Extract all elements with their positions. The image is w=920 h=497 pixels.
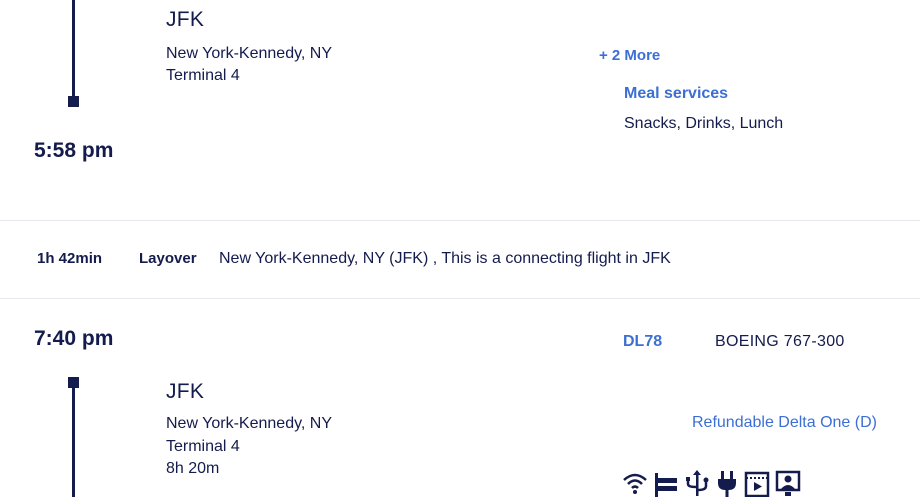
aircraft-type: BOEING 767-300 — [715, 333, 845, 350]
fare-class-link[interactable]: Refundable Delta One (D) — [692, 414, 877, 432]
meal-services-label: Meal services — [624, 85, 729, 102]
usb-power-icon — [686, 470, 709, 496]
wifi-icon — [623, 473, 647, 494]
flight-number-link[interactable]: DL78 — [623, 333, 662, 351]
flat-bed-seat-icon — [655, 473, 677, 497]
timeline-line-top — [72, 0, 75, 97]
timeline-arrival-marker — [68, 96, 79, 107]
departure-terminal: Terminal 4 — [166, 438, 240, 455]
layover-label: Layover — [139, 250, 197, 267]
timeline-line-bottom — [72, 387, 75, 497]
layover-description: New York-Kennedy, NY (JFK) , This is a c… — [219, 250, 671, 267]
amenities-icons — [622, 470, 801, 497]
meal-services-value: Snacks, Drinks, Lunch — [624, 115, 784, 132]
arrival-time: 5:58 pm — [34, 139, 114, 162]
entertainment-screen-icon — [744, 471, 770, 497]
divider-top — [0, 220, 920, 221]
layover-duration: 1h 42min — [37, 250, 103, 267]
personal-video-icon — [775, 470, 801, 496]
departure-airport-code: JFK — [166, 380, 205, 403]
flight-itinerary-details: JFK New York-Kennedy, NY Terminal 4 5:58… — [0, 0, 920, 497]
power-outlet-icon — [718, 471, 736, 497]
arrival-airport-city: New York-Kennedy, NY — [166, 45, 333, 62]
arrival-airport-code: JFK — [166, 8, 205, 31]
departure-time: 7:40 pm — [34, 327, 114, 350]
more-services-link[interactable]: + 2 More — [599, 47, 660, 64]
flight-duration: 8h 20m — [166, 460, 220, 477]
arrival-terminal: Terminal 4 — [166, 67, 240, 84]
departure-airport-city: New York-Kennedy, NY — [166, 415, 333, 432]
divider-bottom — [0, 298, 920, 299]
